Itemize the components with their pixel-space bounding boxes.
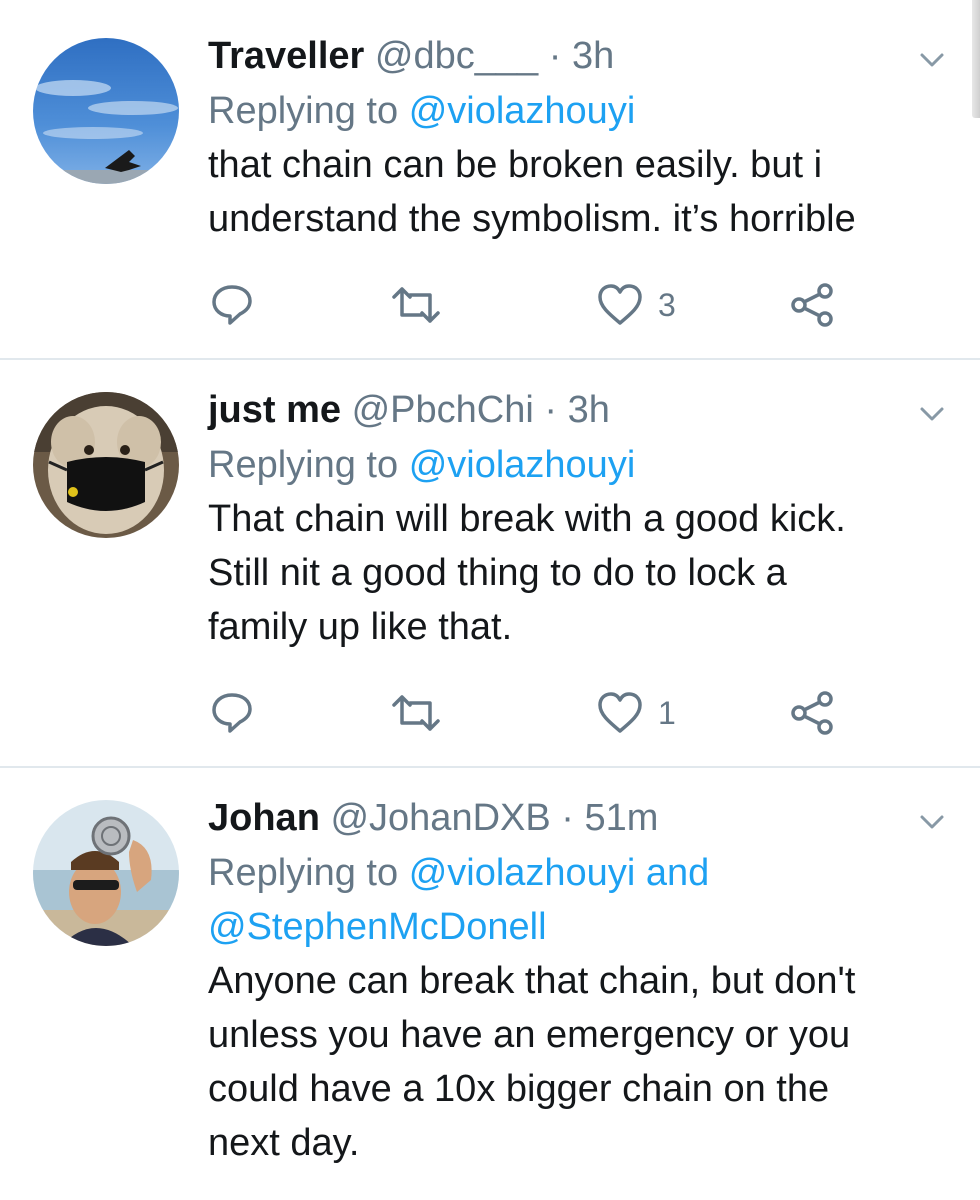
like-button[interactable]: 3	[596, 275, 676, 335]
tweet-text: that chain can be broken easily. but i u…	[208, 138, 920, 246]
timestamp[interactable]: 3h	[572, 35, 614, 77]
replying-to-label: Replying to	[208, 444, 399, 486]
tweet-header: just me @PbchChi · 3h	[208, 382, 920, 438]
avatar[interactable]	[33, 38, 179, 184]
reply-button[interactable]	[208, 275, 256, 335]
tweet-text-line: that chain can be broken easily. but i	[208, 144, 823, 186]
tweet-text-line: unless you have an emergency or you	[208, 1014, 851, 1056]
separator-dot: ·	[548, 35, 562, 77]
avatar[interactable]	[33, 800, 179, 946]
replying-to: Replying to @violazhouyi and @StephenMcD…	[208, 846, 920, 954]
tweet-text: Anyone can break that chain, but don't u…	[208, 954, 920, 1170]
mention-link[interactable]: @violazhouyi	[409, 90, 636, 132]
display-name[interactable]: just me	[208, 389, 341, 431]
replying-to: Replying to @violazhouyi	[208, 438, 920, 492]
display-name[interactable]: Traveller	[208, 35, 364, 77]
mention-link[interactable]: @StephenMcDonell	[208, 900, 920, 954]
share-button[interactable]	[788, 275, 836, 335]
chevron-down-icon[interactable]	[918, 400, 946, 428]
man-sunglasses-avatar-image	[33, 800, 179, 946]
tweet-header: Johan @JohanDXB · 51m	[208, 790, 920, 846]
chevron-down-icon[interactable]	[918, 808, 946, 836]
display-name[interactable]: Johan	[208, 797, 320, 839]
user-handle[interactable]: @dbc___	[375, 35, 538, 77]
chevron-down-icon[interactable]	[918, 46, 946, 74]
retweet-button[interactable]	[388, 275, 444, 335]
tweet-text-line: Anyone can break that chain, but don't	[208, 960, 856, 1002]
heart-icon	[598, 284, 642, 325]
tweet-text-line: family up like that.	[208, 606, 513, 648]
tweet-header: Traveller @dbc___ · 3h	[208, 28, 920, 84]
reply-button[interactable]	[208, 683, 256, 743]
retweet-button[interactable]	[388, 683, 444, 743]
share-icon	[791, 691, 833, 735]
tweet[interactable]: Johan @JohanDXB · 51m Replying to @viola…	[0, 768, 980, 1200]
mention-link[interactable]: @violazhouyi and	[409, 852, 710, 894]
sky-bird-avatar-image	[33, 38, 179, 184]
separator-dot: ·	[544, 389, 558, 431]
user-handle[interactable]: @PbchChi	[352, 389, 534, 431]
tweet[interactable]: Traveller @dbc___ · 3h Replying to @viol…	[0, 0, 980, 358]
like-count: 3	[658, 286, 676, 323]
share-icon	[791, 283, 833, 327]
share-button[interactable]	[788, 683, 836, 743]
tweet-text-line: Still nit a good thing to do to lock a	[208, 552, 787, 594]
reply-icon	[212, 693, 252, 733]
timestamp[interactable]: 51m	[585, 797, 659, 839]
avatar[interactable]	[33, 392, 179, 538]
action-bar: 3	[208, 275, 848, 335]
separator-dot: ·	[561, 797, 574, 839]
mention-link[interactable]: @violazhouyi	[409, 444, 636, 486]
retweet-icon	[392, 287, 440, 323]
tweet-text-line: understand the symbolism. it’s horrible	[208, 198, 856, 240]
action-bar: 1	[208, 683, 848, 743]
tweet-text-line: could have a 10x bigger chain on the	[208, 1068, 830, 1110]
retweet-icon	[392, 695, 440, 731]
reply-icon	[212, 285, 252, 325]
like-button[interactable]: 1	[596, 683, 676, 743]
tweet-text-line: next day.	[208, 1122, 360, 1164]
replying-to: Replying to @violazhouyi	[208, 84, 920, 138]
tweet-text-line: That chain will break with a good kick.	[208, 498, 846, 540]
tweet-text: That chain will break with a good kick. …	[208, 492, 920, 654]
user-handle[interactable]: @JohanDXB	[330, 797, 550, 839]
tweet[interactable]: just me @PbchChi · 3h Replying to @viola…	[0, 360, 980, 766]
dog-mask-avatar-image	[33, 392, 179, 538]
like-count: 1	[658, 694, 676, 731]
timestamp[interactable]: 3h	[568, 389, 610, 431]
replying-to-label: Replying to	[208, 90, 399, 132]
replying-to-label: Replying to	[208, 852, 399, 894]
heart-icon	[598, 692, 642, 733]
